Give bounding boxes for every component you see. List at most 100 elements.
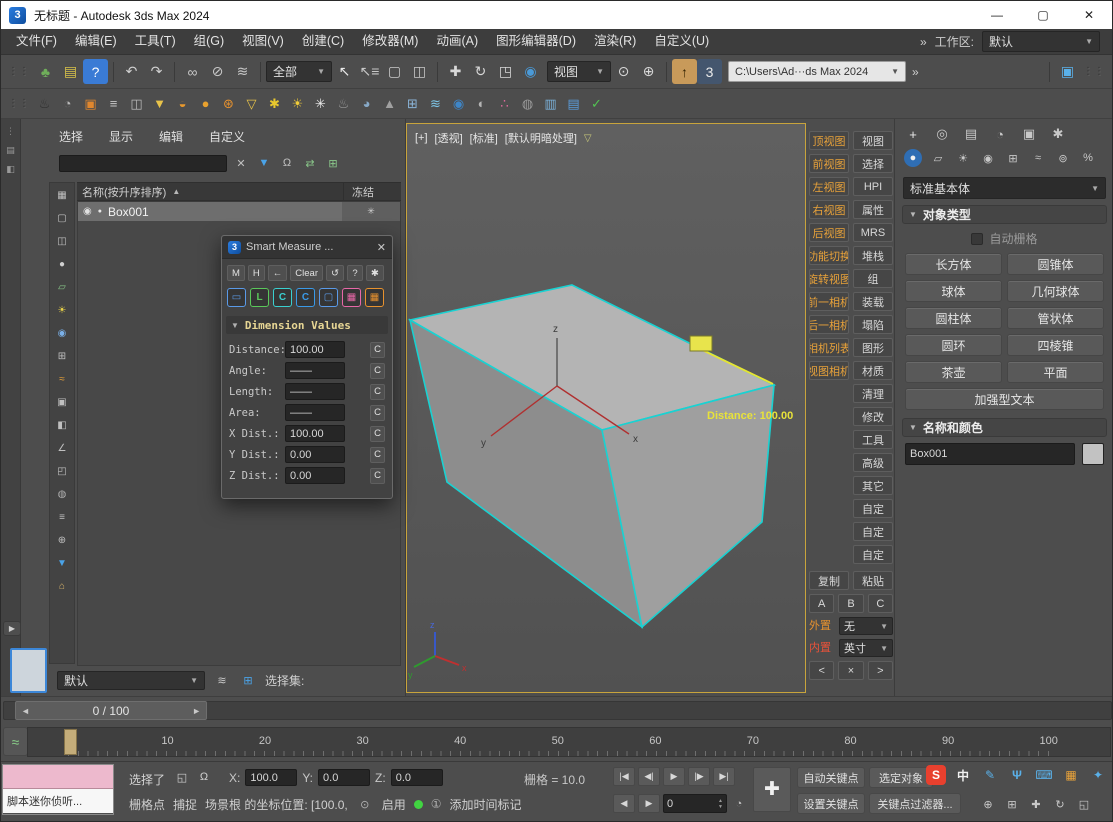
menu-item[interactable]: 组(G) <box>185 29 234 54</box>
listener-macro-row[interactable] <box>3 765 113 789</box>
primitive-button[interactable]: 平面 <box>1007 361 1104 383</box>
check-icon[interactable]: ✓ <box>585 92 608 115</box>
camera-gear-icon[interactable]: ◫ <box>125 92 148 115</box>
undo-icon[interactable]: ↶ <box>119 59 144 84</box>
selected-filter-dropdown[interactable]: 选定对象 <box>869 767 933 788</box>
copy-button[interactable]: 复制 <box>809 571 849 590</box>
menu-item[interactable]: 自定义(U) <box>645 29 718 54</box>
toolbar-grip[interactable]: ⋮⋮ <box>8 98 30 109</box>
measure-m-button[interactable]: M <box>227 265 245 281</box>
macro-action-button[interactable]: 自定 <box>853 499 893 518</box>
time-slider-thumb[interactable]: ◄ 0 / 100 ► <box>15 701 207 720</box>
name-column-header[interactable]: 名称(按升序排序) <box>77 184 166 200</box>
view-preset-button[interactable]: 功能切换 <box>809 246 849 265</box>
time-tag-icon[interactable]: ① <box>431 797 442 811</box>
listener-script-row[interactable]: 脚本迷你侦听... <box>3 789 113 813</box>
mode-edge-icon[interactable]: ▭ <box>227 288 246 307</box>
show-containers-icon[interactable]: ◰ <box>54 463 70 479</box>
gray-sphere-icon[interactable]: ◐ <box>470 92 493 115</box>
table-row[interactable]: ◉ ● Box001 ✳ <box>78 202 400 221</box>
measure-value-field[interactable]: 100.00 <box>285 425 345 442</box>
display-all-icon[interactable]: ▦ <box>54 187 70 203</box>
abc-button[interactable]: A <box>809 594 834 613</box>
object-color-swatch[interactable] <box>1082 443 1104 465</box>
unlink-icon[interactable]: ⊘ <box>205 59 230 84</box>
explorer-tab[interactable]: 显示 <box>109 128 133 145</box>
primitive-type-dropdown[interactable]: 标准基本体 ▼ <box>903 177 1106 199</box>
macro-action-button[interactable]: 视图 <box>853 131 893 150</box>
viewport-label[interactable]: [标准] <box>470 130 498 146</box>
primitive-button[interactable]: 茶壶 <box>905 361 1002 383</box>
curve-editor-button[interactable]: ≈ <box>3 727 28 756</box>
primitive-button[interactable]: 四棱锥 <box>1007 334 1104 356</box>
hemisphere-icon[interactable]: ◒ <box>171 92 194 115</box>
y-coordinate-input[interactable] <box>318 769 370 786</box>
mirror-funnel-icon[interactable]: ▼ <box>148 92 171 115</box>
cameras-category-icon[interactable]: ◉ <box>979 149 997 167</box>
object-type-rollout[interactable]: ▼ 对象类型 <box>902 205 1107 224</box>
keyboard-override-icon[interactable]: ↑ <box>672 59 697 84</box>
macro-action-button[interactable]: 装载 <box>853 292 893 311</box>
burst-icon[interactable]: ✳ <box>309 92 332 115</box>
explorer-tab[interactable]: 选择 <box>59 128 83 145</box>
play-animation-button[interactable]: ▶ <box>663 767 685 786</box>
menu-item[interactable]: 文件(F) <box>7 29 66 54</box>
toolbar-grip[interactable]: ⋮⋮ <box>8 66 30 77</box>
show-materials-icon[interactable]: ◍ <box>54 486 70 502</box>
auto-key-button[interactable]: 自动关键点 <box>797 767 865 788</box>
show-bones-icon[interactable]: ∠ <box>54 440 70 456</box>
view-preset-button[interactable]: 视图相机 <box>809 361 849 380</box>
dock-grip-icon[interactable]: ⋮ <box>2 124 20 138</box>
render-teapot-icon[interactable]: ♨ <box>33 92 56 115</box>
orbit-globe-icon[interactable]: ◔ <box>56 92 79 115</box>
wrench-icon[interactable]: ✦ <box>1088 765 1108 785</box>
filter-funnel-icon[interactable]: ▼ <box>255 154 273 172</box>
display-monitor-icon[interactable]: ▣ <box>1055 59 1080 84</box>
timeline-ruler[interactable]: 0102030405060708090100 <box>27 727 1111 757</box>
measure-help-button[interactable]: ? <box>347 265 363 281</box>
copy-value-button[interactable]: C <box>370 447 385 463</box>
external-unit-dropdown[interactable]: 无 ▼ <box>839 617 893 635</box>
macro-action-button[interactable]: 修改 <box>853 407 893 426</box>
menu-item[interactable]: 视图(V) <box>233 29 293 54</box>
show-cameras-icon[interactable]: ◉ <box>54 325 70 341</box>
toolbar-overflow-icon[interactable]: » <box>912 65 919 79</box>
close-button[interactable]: ✕ <box>1066 1 1112 29</box>
workspace-dropdown[interactable]: 默认 ▼ <box>982 31 1100 52</box>
dock-panel-thumbnail[interactable] <box>10 648 47 693</box>
view-preset-button[interactable]: 右视图 <box>809 200 849 219</box>
previous-frame-button[interactable]: ◀| <box>638 767 660 786</box>
per-view-filter-icon[interactable]: ▽ <box>584 133 592 144</box>
macro-action-button[interactable]: 属性 <box>853 200 893 219</box>
utilities-tab-icon[interactable]: ✱ <box>1049 125 1067 143</box>
motion-tab-icon[interactable]: ◔ <box>991 125 1009 143</box>
dimension-values-rollout[interactable]: ▼ Dimension Values <box>226 316 388 334</box>
macro-action-button[interactable]: MRS <box>853 223 893 242</box>
move-icon[interactable]: ✚ <box>443 59 468 84</box>
orbit-icon[interactable]: ↻ <box>1051 795 1069 813</box>
copy-value-button[interactable]: C <box>370 405 385 421</box>
show-groups-icon[interactable]: ▣ <box>54 394 70 410</box>
selection-lock-icon[interactable]: Ω <box>195 768 213 786</box>
mode-grid-orange-icon[interactable]: ▦ <box>365 288 384 307</box>
macro-action-button[interactable]: 工具 <box>853 430 893 449</box>
funnel-small-icon[interactable]: ▽ <box>240 92 263 115</box>
dialog-close-icon[interactable]: ✕ <box>377 241 386 254</box>
measure-settings-button[interactable]: ✱ <box>366 265 384 281</box>
macro-action-button[interactable]: 自定 <box>853 522 893 541</box>
next-frame-arrow[interactable]: ► <box>192 706 201 716</box>
viewport-label[interactable]: [默认明暗处理] <box>505 130 577 146</box>
geometry-category-icon[interactable]: ● <box>904 149 922 167</box>
key-filters-button[interactable]: 关键点过滤器... <box>869 793 961 814</box>
spin-back-button[interactable]: ◀ <box>613 794 635 813</box>
layers-blue-icon[interactable]: ▥ <box>539 92 562 115</box>
primitive-button[interactable]: 圆锥体 <box>1007 253 1104 275</box>
macro-action-button[interactable]: HPI <box>853 177 893 196</box>
view-preset-button[interactable]: 后一相机 <box>809 315 849 334</box>
rail-filter-icon[interactable]: ▼ <box>54 555 70 571</box>
chinese-mode-icon[interactable]: 中 <box>953 765 973 785</box>
copy-value-button[interactable]: C <box>370 426 385 442</box>
menu-item[interactable]: 编辑(E) <box>66 29 126 54</box>
prompt-gear-icon[interactable]: ⊙ <box>356 795 374 813</box>
nav-button[interactable]: < <box>809 661 834 680</box>
